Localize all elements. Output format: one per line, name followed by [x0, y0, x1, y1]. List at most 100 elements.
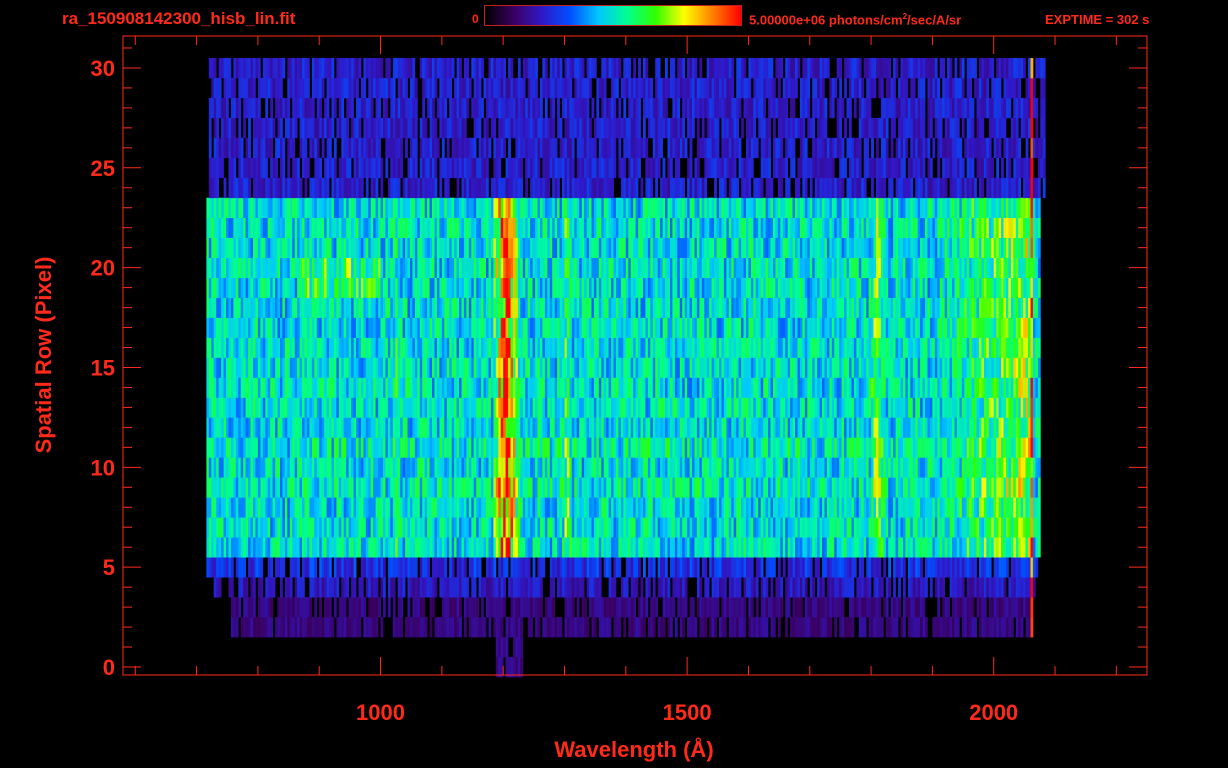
heatmap-cell	[613, 357, 617, 378]
heatmap-cell	[517, 537, 521, 558]
heatmap-cell	[716, 417, 720, 438]
heatmap-cell	[706, 357, 710, 378]
heatmap-cell	[360, 397, 364, 418]
heatmap-cell	[841, 557, 845, 578]
heatmap-cell	[709, 337, 712, 358]
heatmap-cell	[515, 637, 519, 658]
heatmap-cell	[505, 457, 509, 478]
heatmap-cell	[959, 597, 963, 618]
heatmap-cell	[748, 597, 752, 618]
heatmap-cell	[351, 437, 354, 458]
heatmap-cell	[1006, 537, 1009, 558]
heatmap-cell	[878, 497, 882, 518]
heatmap-cell	[226, 357, 229, 378]
heatmap-cell	[468, 397, 472, 418]
heatmap-cell	[422, 457, 425, 478]
heatmap-cell	[515, 317, 519, 338]
heatmap-cell	[407, 417, 411, 438]
heatmap-cell	[964, 357, 968, 378]
heatmap-cell	[670, 357, 673, 378]
heatmap-cell	[341, 417, 345, 438]
heatmap-cell	[441, 577, 445, 598]
heatmap-cell	[665, 497, 668, 518]
heatmap-cell	[297, 557, 300, 578]
heatmap-cell	[262, 437, 266, 458]
heatmap-cell	[1003, 617, 1007, 638]
heatmap-cell	[674, 497, 678, 518]
heatmap-cell	[662, 537, 666, 558]
heatmap-cell	[522, 477, 526, 498]
heatmap-cell	[787, 577, 791, 598]
heatmap-cell	[939, 337, 943, 358]
heatmap-cell	[1028, 497, 1031, 518]
heatmap-cell	[473, 537, 477, 558]
heatmap-cell	[939, 357, 943, 378]
heatmap-cell	[483, 537, 487, 558]
heatmap-cell	[983, 497, 987, 518]
heatmap-cell	[966, 477, 970, 498]
heatmap-cell	[412, 337, 416, 358]
heatmap-cell	[302, 597, 305, 618]
heatmap-cell	[964, 337, 968, 358]
heatmap-cell	[284, 617, 288, 638]
heatmap-cell	[508, 317, 511, 338]
heatmap-cell	[620, 437, 624, 458]
heatmap-cell	[441, 517, 445, 538]
heatmap-cell	[446, 437, 450, 458]
heatmap-cell	[419, 417, 423, 438]
heatmap-cell	[635, 517, 639, 538]
heatmap-cell	[799, 617, 803, 638]
heatmap-cell	[684, 497, 688, 518]
heatmap-cell	[505, 657, 509, 678]
heatmap-cell	[280, 497, 283, 518]
heatmap-cell	[692, 617, 695, 638]
heatmap-cell	[424, 477, 428, 498]
heatmap-cell	[304, 337, 308, 358]
heatmap-cell	[434, 557, 438, 578]
heatmap-cell	[547, 437, 551, 458]
heatmap-cell	[829, 437, 833, 458]
heatmap-cell	[304, 357, 308, 378]
heatmap-cell	[905, 537, 909, 558]
heatmap-cell	[812, 397, 815, 418]
heatmap-cell	[753, 377, 757, 398]
heatmap-cell	[618, 497, 622, 518]
heatmap-cell	[380, 377, 384, 398]
heatmap-cell	[466, 317, 470, 338]
heatmap-cell	[603, 457, 607, 478]
heatmap-cell	[773, 617, 776, 638]
heatmap-cell	[925, 517, 928, 538]
heatmap-cell	[321, 417, 325, 438]
heatmap-cell	[814, 397, 818, 418]
heatmap-cell	[760, 517, 764, 538]
heatmap-cell	[986, 357, 990, 378]
heatmap-cell	[451, 537, 455, 558]
heatmap-cell	[1030, 597, 1034, 618]
heatmap-cell	[375, 477, 379, 498]
heatmap-cell	[233, 377, 237, 398]
heatmap-cell	[473, 337, 477, 358]
heatmap-cell	[287, 597, 291, 618]
heatmap-cell	[844, 437, 847, 458]
heatmap-cell	[701, 617, 705, 638]
heatmap-cell	[392, 457, 396, 478]
heatmap-cell	[525, 477, 528, 498]
heatmap-cell	[333, 437, 337, 458]
heatmap-cell	[979, 557, 982, 578]
heatmap-cell	[392, 537, 396, 558]
heatmap-cell	[782, 537, 786, 558]
heatmap-cell	[880, 537, 884, 558]
heatmap-cell	[856, 517, 860, 538]
heatmap-cell	[316, 577, 320, 598]
heatmap-cell	[618, 357, 622, 378]
heatmap-cell	[571, 597, 575, 618]
heatmap-cell	[638, 537, 641, 558]
heatmap-cell	[795, 397, 798, 418]
heatmap-cell	[638, 477, 641, 498]
heatmap-cell	[505, 557, 509, 578]
heatmap-cell	[336, 437, 340, 458]
heatmap-cell	[721, 457, 725, 478]
heatmap-cell	[920, 417, 923, 438]
heatmap-cell	[608, 577, 612, 598]
heatmap-cell	[1018, 557, 1021, 578]
